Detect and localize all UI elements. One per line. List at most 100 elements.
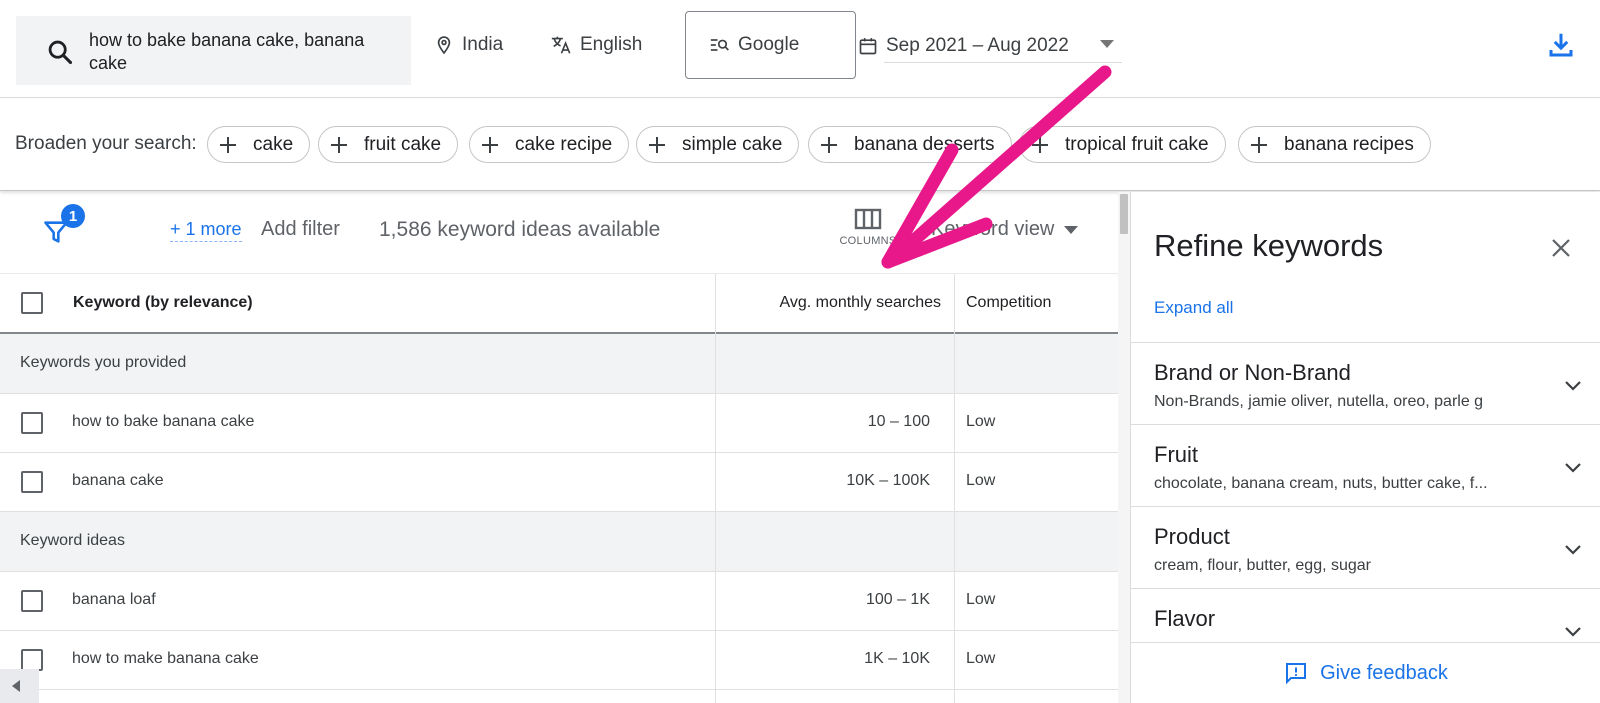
network-selector[interactable]: Google <box>685 11 856 79</box>
top-bar: how to bake banana cake, banana cake Ind… <box>0 0 1600 98</box>
keyword-view-dropdown[interactable]: Keyword view <box>931 218 1079 241</box>
table-row[interactable]: how to bake banana cake 10 – 100 Low <box>0 394 1118 453</box>
close-icon[interactable] <box>1549 236 1573 260</box>
feedback-icon <box>1286 663 1307 685</box>
add-filter-button[interactable]: Add filter <box>261 218 340 241</box>
broaden-chip[interactable]: cake <box>207 126 311 163</box>
broaden-chip[interactable]: simple cake <box>636 126 800 163</box>
column-header-competition[interactable]: Competition <box>966 274 1051 332</box>
row-checkbox[interactable] <box>21 471 43 493</box>
chip-label: tropical fruit cake <box>1065 133 1209 155</box>
keyword-cell: how to make banana cake <box>72 650 259 667</box>
give-feedback-label: Give feedback <box>1320 661 1448 684</box>
chip-label: banana desserts <box>854 133 995 155</box>
table-row[interactable]: how to make banana cake 1K – 10K Low <box>0 631 1118 690</box>
competition-cell: Low <box>966 650 996 667</box>
chip-label: banana recipes <box>1284 133 1414 155</box>
section-header: Keywords you provided <box>0 334 1118 394</box>
search-list-icon <box>710 39 729 51</box>
table-row[interactable]: banana cake 10K – 100K Low <box>0 453 1118 512</box>
refine-group[interactable]: Product cream, flour, butter, egg, sugar <box>1131 506 1600 588</box>
broaden-chip[interactable]: banana recipes <box>1238 126 1431 163</box>
chevron-down-icon[interactable] <box>1561 455 1585 479</box>
refine-group-heading: Product <box>1154 524 1230 549</box>
columns-icon <box>854 208 882 230</box>
keyword-cell: banana loaf <box>72 591 156 608</box>
chip-label: fruit cake <box>364 133 442 155</box>
section-title: Keyword ideas <box>20 532 125 549</box>
broaden-chip[interactable]: fruit cake <box>318 126 459 163</box>
table-toolbar: 1 + 1 more Add filter 1,586 keyword idea… <box>0 192 1118 274</box>
column-divider <box>715 274 716 703</box>
refine-group[interactable]: Fruit chocolate, banana cream, nuts, but… <box>1131 424 1600 506</box>
chevron-down-icon[interactable] <box>1561 537 1585 561</box>
date-range-label: Sep 2021 – Aug 2022 <box>886 34 1069 56</box>
filter-count-badge: 1 <box>61 204 85 228</box>
plus-icon <box>1251 136 1267 153</box>
section-header: Keyword ideas <box>0 512 1118 572</box>
plus-icon <box>220 136 236 153</box>
refine-group-heading: Flavor <box>1154 606 1216 631</box>
date-range-underline <box>884 62 1122 63</box>
keyword-view-label: Keyword view <box>931 218 1055 240</box>
row-checkbox[interactable] <box>21 590 43 612</box>
keyword-ideas-count: 1,586 keyword ideas available <box>379 218 661 241</box>
keyword-table-area: 1 + 1 more Add filter 1,586 keyword idea… <box>0 192 1130 703</box>
network-label: Google <box>738 34 800 55</box>
expand-all-link[interactable]: Expand all <box>1154 298 1233 318</box>
table-header: Keyword (by relevance) Avg. monthly sear… <box>0 274 1118 334</box>
refine-group[interactable]: Brand or Non-Brand Non-Brands, jamie oli… <box>1131 342 1600 424</box>
chip-label: cake <box>253 133 294 155</box>
plus-icon <box>331 136 347 153</box>
scrollbar-thumb[interactable] <box>1120 194 1128 234</box>
competition-cell: Low <box>966 413 996 430</box>
column-header-avg-searches[interactable]: Avg. monthly searches <box>716 274 941 332</box>
refine-group-summary: Non-Brands, jamie oliver, nutella, oreo,… <box>1154 393 1484 410</box>
date-range-selector[interactable]: Sep 2021 – Aug 2022 <box>858 28 1122 63</box>
section-title: Keywords you provided <box>20 354 187 371</box>
column-header-keyword[interactable]: Keyword (by relevance) <box>73 274 253 332</box>
dropdown-caret-icon <box>1064 225 1079 234</box>
columns-label: COLUMNS <box>839 235 897 247</box>
broaden-chip[interactable]: tropical fruit cake <box>1019 126 1226 163</box>
scroll-left-button[interactable] <box>0 669 39 703</box>
chip-label: cake recipe <box>515 133 613 155</box>
avg-searches-cell: 100 – 1K <box>865 591 930 608</box>
chip-label: simple cake <box>682 133 783 155</box>
plus-icon <box>821 136 837 153</box>
search-query[interactable]: how to bake banana cake, banana cake <box>89 29 389 75</box>
plus-icon <box>649 136 665 153</box>
table-row[interactable]: banana loaf 100 – 1K Low <box>0 572 1118 631</box>
competition-cell: Low <box>966 591 996 608</box>
select-all-checkbox[interactable] <box>21 292 43 314</box>
broaden-chip[interactable]: cake recipe <box>469 126 630 163</box>
language-selector[interactable]: English <box>550 30 642 60</box>
chevron-down-icon[interactable] <box>1561 619 1585 643</box>
chevron-down-icon[interactable] <box>1561 373 1585 397</box>
avg-searches-cell: 1K – 10K <box>864 650 930 667</box>
broaden-label: Broaden your search: <box>15 133 197 154</box>
plus-icon <box>1032 136 1048 153</box>
translate-icon <box>551 36 571 54</box>
more-filters-link[interactable]: + 1 more <box>170 219 242 242</box>
search-icon <box>48 40 73 65</box>
keyword-cell: how to bake banana cake <box>72 413 255 430</box>
download-icon[interactable] <box>1546 30 1576 60</box>
broaden-chip[interactable]: banana desserts <box>808 126 1012 163</box>
location-label: India <box>462 34 504 55</box>
refine-group-heading: Brand or Non-Brand <box>1154 360 1351 385</box>
avg-searches-cell: 10 – 100 <box>867 413 930 430</box>
refine-keywords-panel: Refine keywords Expand all Brand or Non-… <box>1130 192 1600 703</box>
keyword-search-box[interactable]: how to bake banana cake, banana cake <box>16 16 411 85</box>
broaden-search-bar: Broaden your search: cake fruit cake cak… <box>0 98 1600 191</box>
refine-group-heading: Fruit <box>1154 442 1198 467</box>
keyword-cell: banana cake <box>72 472 164 489</box>
column-divider <box>954 274 955 703</box>
row-checkbox[interactable] <box>21 412 43 434</box>
plus-icon <box>482 136 498 153</box>
give-feedback-button[interactable]: Give feedback <box>1131 642 1600 703</box>
columns-button[interactable]: COLUMNS <box>838 208 898 258</box>
row-checkbox[interactable] <box>21 649 43 671</box>
location-selector[interactable]: India <box>434 30 503 60</box>
vertical-scrollbar[interactable] <box>1118 192 1130 703</box>
